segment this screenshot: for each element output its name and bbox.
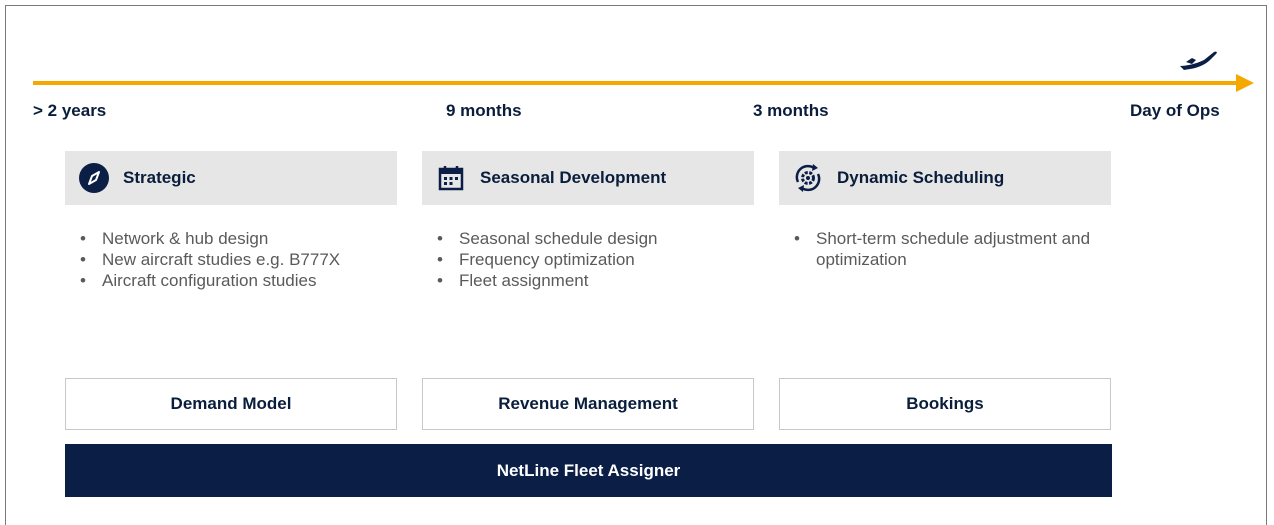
list-item: Seasonal schedule design <box>427 228 757 249</box>
phase-dynamic-bullets: Short-term schedule adjustment and optim… <box>784 228 1104 270</box>
list-item: Fleet assignment <box>427 270 757 291</box>
phase-seasonal-header: Seasonal Development <box>422 151 754 205</box>
calendar-icon <box>434 161 468 195</box>
phase-strategic-bullets: Network & hub design New aircraft studie… <box>70 228 400 291</box>
timeline-label-9-months: 9 months <box>446 101 522 120</box>
netline-fleet-assigner-bar: NetLine Fleet Assigner <box>65 444 1112 497</box>
phase-dynamic-header: Dynamic Scheduling <box>779 151 1111 205</box>
phase-seasonal-bullets: Seasonal schedule design Frequency optim… <box>427 228 757 291</box>
bookings-box: Bookings <box>779 378 1111 430</box>
timeline-label-2-years: > 2 years <box>33 101 107 120</box>
revenue-management-box: Revenue Management <box>422 378 754 430</box>
demand-model-box: Demand Model <box>65 378 397 430</box>
airplane-icon <box>1180 51 1217 70</box>
list-item: Aircraft configuration studies <box>70 270 400 291</box>
list-item: New aircraft studies e.g. B777X <box>70 249 362 270</box>
phase-strategic-title: Strategic <box>123 168 196 187</box>
gear-cycle-icon <box>791 161 825 195</box>
timeline-arrowhead <box>1236 74 1254 92</box>
timeline-arrow <box>33 51 1254 92</box>
compass-icon <box>77 161 111 195</box>
timeline-label-day-of-ops: Day of Ops <box>1130 101 1220 120</box>
timeline-label-3-months: 3 months <box>753 101 829 120</box>
phase-strategic-header: Strategic <box>65 151 397 205</box>
list-item: Network & hub design <box>70 228 400 249</box>
list-item: Frequency optimization <box>427 249 757 270</box>
phase-dynamic-title: Dynamic Scheduling <box>837 168 1005 187</box>
list-item: Short-term schedule adjustment and optim… <box>784 228 1104 270</box>
phase-seasonal-title: Seasonal Development <box>480 168 667 187</box>
